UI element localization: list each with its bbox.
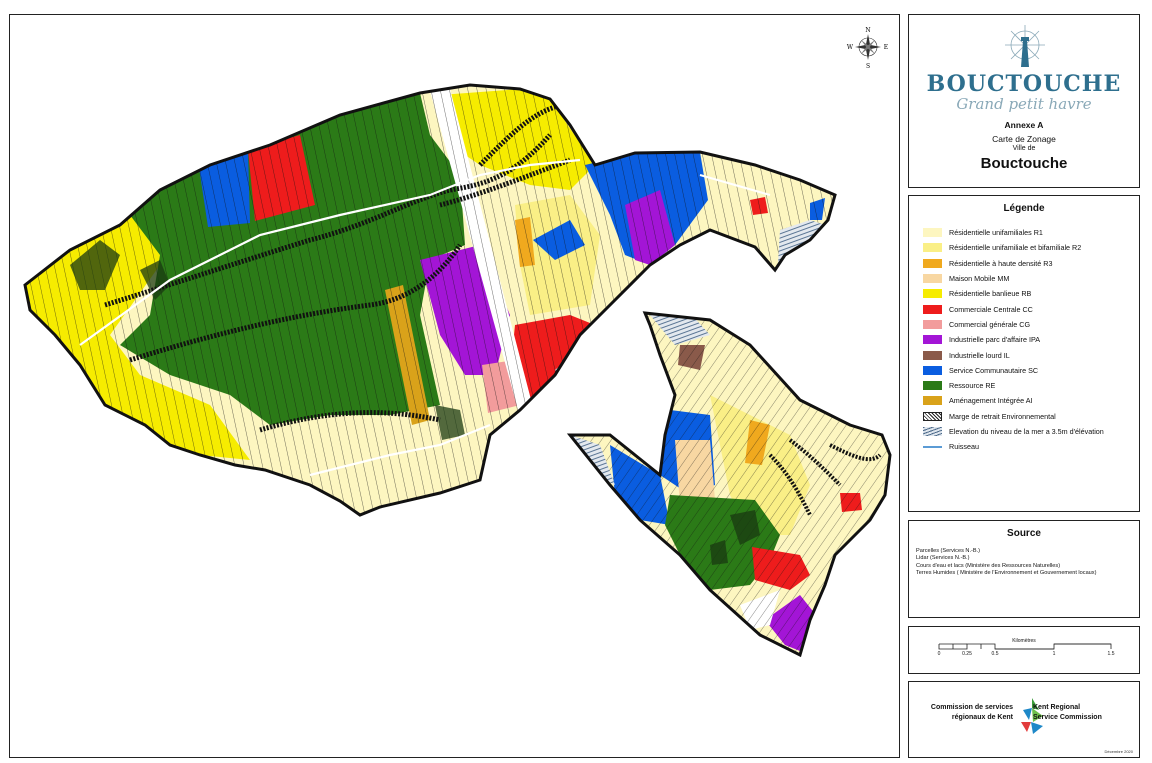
legend-item: Commerciale Centrale CC (923, 301, 1139, 316)
legend-swatch (923, 319, 942, 329)
commission-name-fr-line1: Commission de services (930, 704, 1013, 711)
legend-swatch (923, 243, 942, 253)
legend-swatch (923, 445, 942, 448)
legend-swatch (923, 289, 942, 299)
legend-label: Résidentielle banlieue RB (949, 289, 1032, 299)
legend-list: Résidentielle unifamiliales R1 Résidenti… (909, 225, 1139, 454)
commission-name-en-line2: Service Commission (1033, 714, 1102, 721)
legend-swatch (923, 228, 942, 238)
legend-label: Industrielle parc d'affaire IPA (949, 335, 1040, 345)
legend-item: Résidentielle unifamiliales R1 (923, 225, 1139, 240)
commission-panel: Commission de services régionaux de Kent… (908, 681, 1140, 758)
legend-label: Résidentielle unifamiliales R1 (949, 228, 1043, 238)
legend-swatch (923, 411, 942, 421)
legend-label: Commercial générale CG (949, 319, 1031, 329)
legend-swatch (923, 335, 942, 345)
compass-rose: N S E W (847, 27, 888, 70)
zoning-map: N S E W (9, 14, 900, 758)
commission-name-fr-line2: régionaux de Kent (951, 714, 1013, 721)
commission-name-en-line1: Kent Regional (1033, 704, 1081, 711)
source-item: Parcelles (Services N.-B.) (916, 548, 981, 554)
legend-heading: Légende (1003, 203, 1045, 214)
zoning-map-canvas: N S E W (23, 27, 892, 658)
legend-label: Aménagement Intégrée AI (949, 396, 1033, 406)
commission-name-en: Kent Regional Service Commission (1033, 703, 1102, 723)
legend-swatch (923, 350, 942, 360)
ville-de-label: Ville de (1012, 145, 1036, 152)
legend-label: Maison Mobile MM (949, 274, 1010, 284)
legend-item: Commercial générale CG (923, 317, 1139, 332)
legend-label: Service Communautaire SC (949, 365, 1039, 375)
legend-swatch (923, 274, 942, 284)
compass-s: S (866, 63, 870, 70)
legend-panel: Légende Résidentielle unifamiliales R1 R… (908, 195, 1140, 512)
scale-bar (938, 643, 1112, 650)
compass-e: E (884, 44, 888, 51)
legend-swatch (923, 381, 942, 391)
compass-w: W (847, 44, 854, 51)
town-name: Bouctouche (980, 155, 1068, 172)
scale-label: 0 (937, 651, 941, 657)
source-panel: Source Parcelles (Services N.-B.) Lidar … (908, 520, 1140, 618)
title-panel: BOUCTOUCHE Grand petit havre Annexe A Ca… (908, 14, 1140, 188)
source-list: Parcelles (Services N.-B.) Lidar (Servic… (909, 548, 1139, 577)
legend-item: Service Communautaire SC (923, 363, 1139, 378)
legend-item: Ruisseau (923, 439, 1139, 454)
legend-label: Ruisseau (949, 442, 979, 452)
legend-item: Industrielle parc d'affaire IPA (923, 332, 1139, 347)
legend-label: Résidentielle à haute densité R3 (949, 258, 1053, 268)
legend-item: Maison Mobile MM (923, 271, 1139, 286)
legend-swatch (923, 365, 942, 375)
source-heading: Source (1007, 528, 1041, 539)
source-item: Cours d'eau et lacs (Ministère des Resso… (916, 562, 1061, 569)
legend-label: Industrielle lourd IL (949, 350, 1010, 360)
legend-swatch (923, 258, 942, 268)
logo-tagline: Grand petit havre (956, 95, 1092, 113)
legend-item: Elevation du niveau de la mer a 3.5m d'é… (923, 424, 1139, 439)
legend-swatch (923, 427, 942, 436)
scale-label: 1 (1052, 651, 1056, 657)
map-date: Décembre 2020 (1104, 749, 1133, 754)
legend-label: Ressource RE (949, 381, 996, 391)
legend-item: Résidentielle banlieue RB (923, 286, 1139, 301)
legend-label: Résidentielle unifamiliale et bifamilial… (949, 243, 1082, 253)
source-item: Lidar (Services N.-B.) (916, 555, 970, 562)
compass-n: N (865, 27, 870, 34)
legend-swatch (923, 304, 942, 314)
scale-label: 0.5 (991, 651, 999, 657)
map-title: Carte de Zonage (992, 134, 1056, 144)
legend-item: Ressource RE (923, 378, 1139, 393)
legend-label: Elevation du niveau de la mer a 3.5m d'é… (949, 427, 1104, 436)
annexe-label: Annexe A (1004, 120, 1044, 130)
legend-item: Industrielle lourd IL (923, 347, 1139, 362)
scale-label: 1.5 (1107, 651, 1115, 657)
scale-bar-panel: Kilomètres 0 0.25 0.5 1 1.5 (908, 626, 1140, 674)
commission-name-fr: Commission de services régionaux de Kent (909, 703, 1013, 723)
legend-item: Marge de retrait Environnemental (923, 409, 1139, 424)
legend-swatch (923, 396, 942, 406)
logo-wordmark: BOUCTOUCHE (926, 71, 1122, 97)
legend-item: Résidentielle unifamiliale et bifamilial… (923, 240, 1139, 255)
scale-label: 0.25 (962, 651, 972, 657)
legend-label: Commerciale Centrale CC (949, 304, 1033, 314)
legend-item: Résidentielle à haute densité R3 (923, 256, 1139, 271)
legend-item: Aménagement Intégrée AI (923, 393, 1139, 408)
legend-label: Marge de retrait Environnemental (949, 411, 1056, 421)
source-item: Terres Humides ( Ministère de l'Environn… (916, 569, 1097, 576)
